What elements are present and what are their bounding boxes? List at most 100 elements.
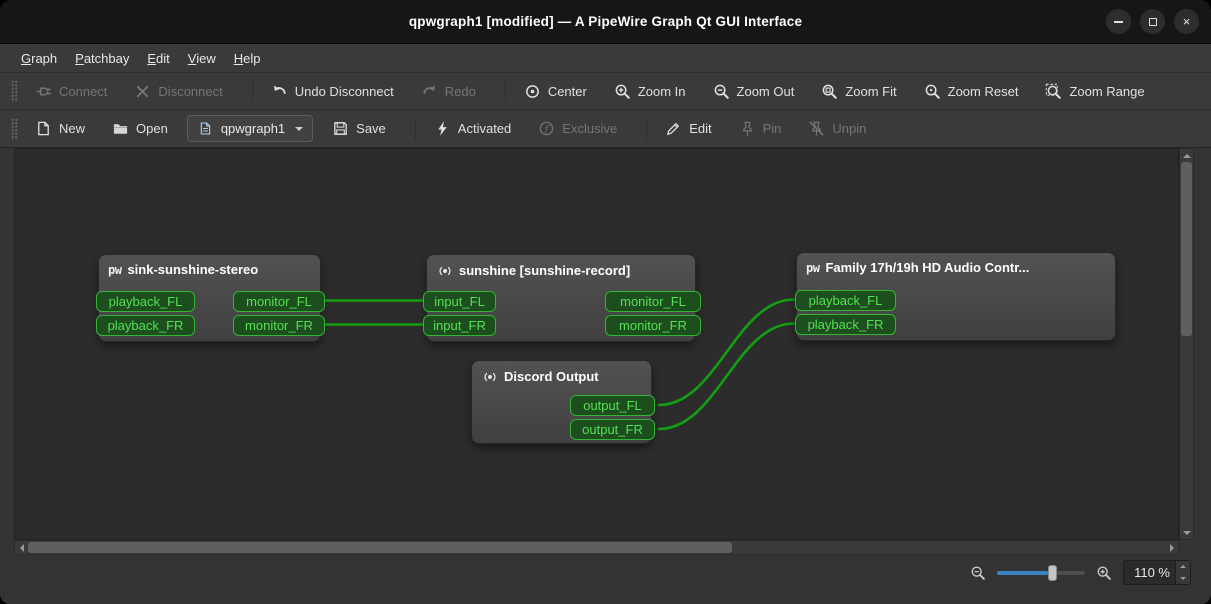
zoom-slider-track[interactable]: [997, 570, 1085, 575]
save-button[interactable]: Save: [324, 115, 394, 142]
graph-canvas[interactable]: pw sink-sunshine-stereo playback_FL play…: [14, 148, 1179, 540]
zoom-in-button[interactable]: Zoom In: [606, 78, 694, 105]
connections-layer: [324, 298, 796, 431]
zoom-range-icon: [1045, 83, 1062, 100]
undo-disconnect-button[interactable]: Undo Disconnect: [263, 78, 402, 105]
new-file-icon: [35, 120, 52, 137]
disconnect-button[interactable]: Disconnect: [126, 78, 230, 105]
spin-buttons: [1175, 561, 1190, 584]
vertical-scroll-track[interactable]: [1180, 162, 1193, 526]
port-monitor-fl[interactable]: monitor_FL: [605, 291, 701, 312]
pipewire-icon: pw: [108, 262, 122, 277]
zoom-slider-handle[interactable]: [1048, 564, 1057, 581]
zoom-out-button[interactable]: Zoom Out: [705, 78, 803, 105]
unpin-label: Unpin: [832, 121, 867, 136]
node-family-hd-audio[interactable]: pw Family 17h/19h HD Audio Contr... play…: [795, 252, 1116, 341]
unpin-icon: [808, 120, 825, 137]
arrow-down-icon: [1182, 530, 1191, 539]
pipewire-icon: pw: [806, 260, 820, 275]
zoom-reset-label: Zoom Reset: [947, 83, 1019, 99]
save-label: Save: [356, 121, 386, 136]
zoom-slider[interactable]: [997, 564, 1085, 582]
node-header: pw sink-sunshine-stereo: [99, 255, 320, 280]
edit-button[interactable]: Edit: [657, 115, 719, 142]
new-button[interactable]: New: [27, 115, 93, 142]
toolbar-handle[interactable]: [11, 80, 18, 102]
zoom-range-button[interactable]: Zoom Range: [1037, 78, 1152, 105]
port-playback-fl[interactable]: playback_FL: [795, 290, 896, 311]
zoom-fit-button[interactable]: Zoom Fit: [813, 78, 904, 105]
open-button[interactable]: Open: [104, 115, 176, 142]
open-label: Open: [136, 121, 168, 136]
patchbay-selector-value: qpwgraph1: [220, 121, 286, 136]
port-output-fl[interactable]: output_FL: [570, 395, 655, 416]
horizontal-scroll-track[interactable]: [28, 541, 1165, 554]
connect-icon: [35, 83, 52, 100]
vertical-scroll-thumb[interactable]: [1181, 162, 1192, 336]
unpin-button[interactable]: Unpin: [800, 115, 874, 142]
patchbay-selector[interactable]: qpwgraph1: [186, 115, 314, 142]
port-output-fr[interactable]: output_FR: [570, 419, 655, 440]
file-toolbar: New Open qpwgraph1 Save Activated f Excl…: [0, 110, 1211, 148]
toolbar-separator: [504, 80, 506, 102]
zoom-out-label: Zoom Out: [736, 83, 795, 99]
zoom-in-label: Zoom In: [637, 83, 686, 99]
exclusive-button[interactable]: f Exclusive: [530, 115, 625, 142]
node-header: Discord Output: [472, 361, 651, 388]
port-monitor-fr[interactable]: monitor_FR: [605, 315, 701, 336]
horizontal-scrollbar[interactable]: [14, 540, 1179, 555]
scroll-left-button[interactable]: [15, 541, 28, 554]
port-input-fl[interactable]: input_FL: [423, 291, 496, 312]
port-input-fr[interactable]: input_FR: [423, 315, 496, 336]
activated-button[interactable]: Activated: [426, 115, 519, 142]
record-icon: [436, 262, 453, 279]
scroll-up-button[interactable]: [1180, 149, 1193, 162]
spin-down-button[interactable]: [1176, 573, 1190, 585]
toolbar-handle[interactable]: [11, 117, 18, 140]
new-label: New: [59, 121, 86, 136]
toolbar-separator: [251, 80, 253, 102]
zoom-out-small-icon[interactable]: [970, 565, 986, 581]
maximize-button[interactable]: [1140, 9, 1165, 34]
zoom-slider-fill: [997, 570, 1049, 575]
node-discord-output[interactable]: Discord Output output_FL output_FR: [471, 360, 655, 444]
menu-view[interactable]: View: [179, 47, 225, 70]
center-button[interactable]: Center: [516, 78, 595, 105]
redo-button[interactable]: Redo: [413, 78, 484, 105]
menu-graph[interactable]: Graph: [12, 47, 66, 70]
menu-help[interactable]: Help: [225, 47, 270, 70]
zoom-out-icon: [713, 83, 730, 100]
pin-button[interactable]: Pin: [731, 115, 790, 142]
connect-button[interactable]: Connect: [27, 78, 115, 105]
port-playback-fr[interactable]: playback_FR: [96, 315, 195, 336]
node-sunshine-record[interactable]: sunshine [sunshine-record] input_FL inpu…: [423, 254, 701, 342]
menu-patchbay[interactable]: Patchbay: [66, 47, 138, 70]
port-playback-fr[interactable]: playback_FR: [795, 314, 896, 335]
horizontal-scroll-thumb[interactable]: [28, 542, 732, 553]
zoom-fit-label: Zoom Fit: [845, 83, 897, 99]
close-button[interactable]: ×: [1174, 9, 1199, 34]
zoom-spinbox[interactable]: 110 %: [1123, 560, 1191, 585]
title-bar[interactable]: qpwgraph1 [modified] — A PipeWire Graph …: [0, 0, 1211, 44]
minimize-button[interactable]: [1106, 9, 1131, 34]
arrow-right-icon: [1169, 543, 1178, 552]
menu-edit[interactable]: Edit: [138, 47, 178, 70]
arrow-up-icon: [1182, 150, 1191, 158]
node-title: Discord Output: [504, 369, 599, 384]
port-monitor-fl[interactable]: monitor_FL: [233, 291, 325, 312]
scroll-right-button[interactable]: [1165, 541, 1178, 554]
zoom-in-small-icon[interactable]: [1096, 565, 1112, 581]
port-monitor-fr[interactable]: monitor_FR: [233, 315, 325, 336]
vertical-scrollbar[interactable]: [1179, 148, 1194, 540]
zoom-value: 110 %: [1134, 565, 1170, 580]
spin-up-button[interactable]: [1176, 561, 1190, 573]
arrow-down-icon: [1180, 577, 1186, 583]
scroll-down-button[interactable]: [1180, 526, 1193, 539]
undo-icon: [271, 83, 288, 100]
toolbar-separator: [646, 117, 648, 140]
port-playback-fl[interactable]: playback_FL: [96, 291, 195, 312]
pin-icon: [739, 120, 756, 137]
node-sink-sunshine-stereo[interactable]: pw sink-sunshine-stereo playback_FL play…: [96, 254, 325, 342]
zoom-fit-icon: [821, 83, 838, 100]
zoom-reset-button[interactable]: Zoom Reset: [916, 78, 1027, 105]
